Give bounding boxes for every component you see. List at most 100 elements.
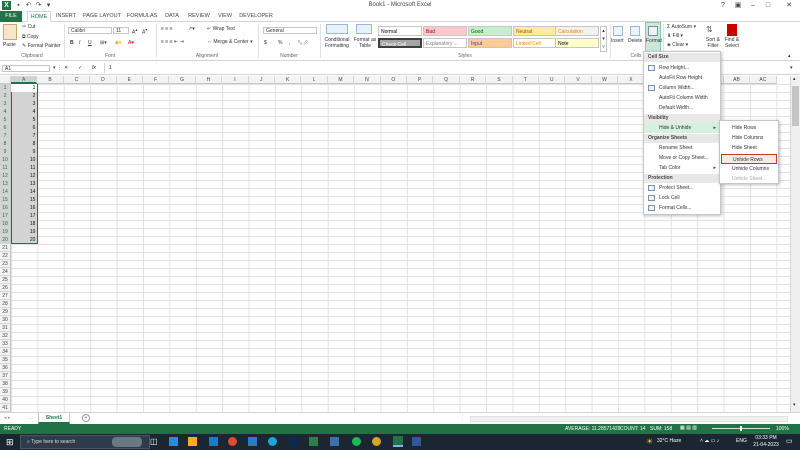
cut-button[interactable]: ✂ Cut <box>22 24 35 30</box>
app-icon-3[interactable] <box>248 437 257 446</box>
language-indicator[interactable]: ENG <box>736 438 747 444</box>
row-header[interactable]: 11 <box>0 164 11 172</box>
column-header[interactable]: C <box>63 76 91 84</box>
hide-columns-item[interactable]: Hide Columns <box>721 133 777 143</box>
chrome-icon[interactable] <box>228 437 237 446</box>
format-button[interactable]: Format <box>646 38 662 44</box>
column-header[interactable]: R <box>459 76 487 84</box>
photoshop-icon[interactable] <box>289 437 298 446</box>
row-header[interactable]: 33 <box>0 340 11 348</box>
column-header[interactable]: AC <box>750 76 777 84</box>
hide-unhide-item[interactable]: Hide & Unhide ▸ <box>644 123 720 133</box>
row-header[interactable]: 27 <box>0 292 11 300</box>
edge-icon[interactable] <box>268 437 277 446</box>
row-header[interactable]: 14 <box>0 188 11 196</box>
column-header[interactable]: P <box>407 76 434 84</box>
row-height-item[interactable]: Row Height... <box>644 63 720 73</box>
cell-a3[interactable]: 3 <box>11 100 37 108</box>
wrap-text-button[interactable]: ↵ Wrap Text <box>207 26 235 32</box>
name-box-dropdown-icon[interactable]: ▾ ⋮ <box>53 65 62 71</box>
tab-formulas[interactable]: FORMULAS <box>126 11 158 22</box>
row-header[interactable]: 29 <box>0 308 11 316</box>
column-header[interactable]: O <box>380 76 407 84</box>
row-header[interactable]: 26 <box>0 284 11 292</box>
sheet-nav-more-icon[interactable]: … <box>28 415 33 421</box>
conditional-formatting-icon[interactable] <box>326 24 348 34</box>
row-header[interactable]: 7 <box>0 132 11 140</box>
delete-cells-icon[interactable] <box>630 26 640 36</box>
insert-button[interactable]: Insert <box>611 38 624 44</box>
select-all-corner[interactable] <box>0 76 11 84</box>
row-header[interactable]: 22 <box>0 252 11 260</box>
unhide-columns-item[interactable]: Unhide Columns <box>721 164 777 174</box>
cell-a6[interactable]: 6 <box>11 124 37 132</box>
row-header[interactable]: 35 <box>0 356 11 364</box>
spotify-icon[interactable] <box>352 437 361 446</box>
column-header[interactable]: M <box>327 76 355 84</box>
tab-home[interactable]: HOME <box>27 11 51 22</box>
row-header[interactable]: 23 <box>0 260 11 268</box>
grow-font-icon[interactable]: A▴ <box>132 27 137 36</box>
row-header[interactable]: 40 <box>0 396 11 404</box>
row-header[interactable]: 16 <box>0 204 11 212</box>
number-format-select[interactable]: General <box>263 27 317 34</box>
sheet-nav-icons[interactable]: ◂ ▸ <box>4 415 10 421</box>
cell-a18[interactable]: 18 <box>11 220 37 228</box>
zoom-thumb[interactable] <box>740 426 742 431</box>
scroll-down-icon[interactable]: ▾ <box>793 402 796 408</box>
notification-icon[interactable]: ▭ <box>786 437 793 445</box>
collapse-ribbon-icon[interactable]: ▴ <box>788 53 791 59</box>
tab-review[interactable]: REVIEW <box>186 11 212 22</box>
cell-style-normal[interactable]: Normal <box>378 26 422 36</box>
paste-icon[interactable] <box>3 24 17 40</box>
row-header[interactable]: 31 <box>0 324 11 332</box>
row-header[interactable]: 24 <box>0 268 11 276</box>
borders-icon[interactable]: ⊞▾ <box>100 40 107 46</box>
row-header[interactable]: 9 <box>0 148 11 156</box>
hide-rows-item[interactable]: Hide Rows <box>721 123 777 133</box>
new-sheet-icon[interactable]: + <box>82 414 90 422</box>
row-header[interactable]: 34 <box>0 348 11 356</box>
column-header[interactable]: W <box>591 76 619 84</box>
row-header[interactable]: 32 <box>0 332 11 340</box>
clock-date[interactable]: 21-04-2023 <box>752 442 780 448</box>
column-header[interactable]: AB <box>723 76 751 84</box>
column-header[interactable]: K <box>275 76 302 84</box>
tab-color-item[interactable]: Tab Color ▸ <box>644 163 720 173</box>
chrome-icon-2[interactable] <box>372 437 381 446</box>
enter-entry-icon[interactable]: ✓ <box>78 65 82 71</box>
cell-a8[interactable]: 8 <box>11 140 37 148</box>
cell-style-input[interactable]: Input <box>468 38 512 48</box>
zoom-level[interactable]: 100% <box>776 426 789 432</box>
cell-a4[interactable]: 4 <box>11 108 37 116</box>
cell-a13[interactable]: 13 <box>11 180 37 188</box>
row-header[interactable]: 30 <box>0 316 11 324</box>
weather-icon[interactable]: ☀ <box>646 437 653 446</box>
weather-text[interactable]: 32°C Haze <box>657 438 681 444</box>
help-icon[interactable]: ? <box>716 0 730 11</box>
row-header[interactable]: 36 <box>0 364 11 372</box>
vertical-scrollbar[interactable]: ▴ ▾ <box>790 76 800 412</box>
row-header[interactable]: 28 <box>0 300 11 308</box>
column-header[interactable]: D <box>90 76 117 84</box>
format-as-table-icon[interactable] <box>356 24 372 34</box>
clock-time[interactable]: 03:33 PM <box>752 435 780 441</box>
default-width-item[interactable]: Default Width... <box>644 103 720 113</box>
cell-a10[interactable]: 10 <box>11 156 37 164</box>
close-icon[interactable]: ✕ <box>778 0 800 11</box>
column-header[interactable]: J <box>248 76 275 84</box>
find-select-icon[interactable] <box>727 24 737 36</box>
autofit-column-item[interactable]: AutoFit Column Width <box>644 93 720 103</box>
file-explorer-icon[interactable] <box>188 437 197 446</box>
scroll-up-icon[interactable]: ▴ <box>793 76 796 82</box>
gallery-scroll-icon[interactable]: ▴ ▾ ▿ <box>600 26 607 52</box>
tab-view[interactable]: VIEW <box>215 11 235 22</box>
app-icon-1[interactable] <box>169 437 178 446</box>
maximize-icon[interactable]: □ <box>761 0 775 11</box>
percent-button[interactable]: % <box>278 40 282 46</box>
decimal-icons[interactable]: ⁰₀ ₀⁰ <box>298 40 308 46</box>
hide-sheet-item[interactable]: Hide Sheet <box>721 143 777 153</box>
lock-cell-item[interactable]: Lock Cell <box>644 193 720 203</box>
format-painter-button[interactable]: ✎ Format Painter <box>22 43 61 49</box>
cell-a7[interactable]: 7 <box>11 132 37 140</box>
